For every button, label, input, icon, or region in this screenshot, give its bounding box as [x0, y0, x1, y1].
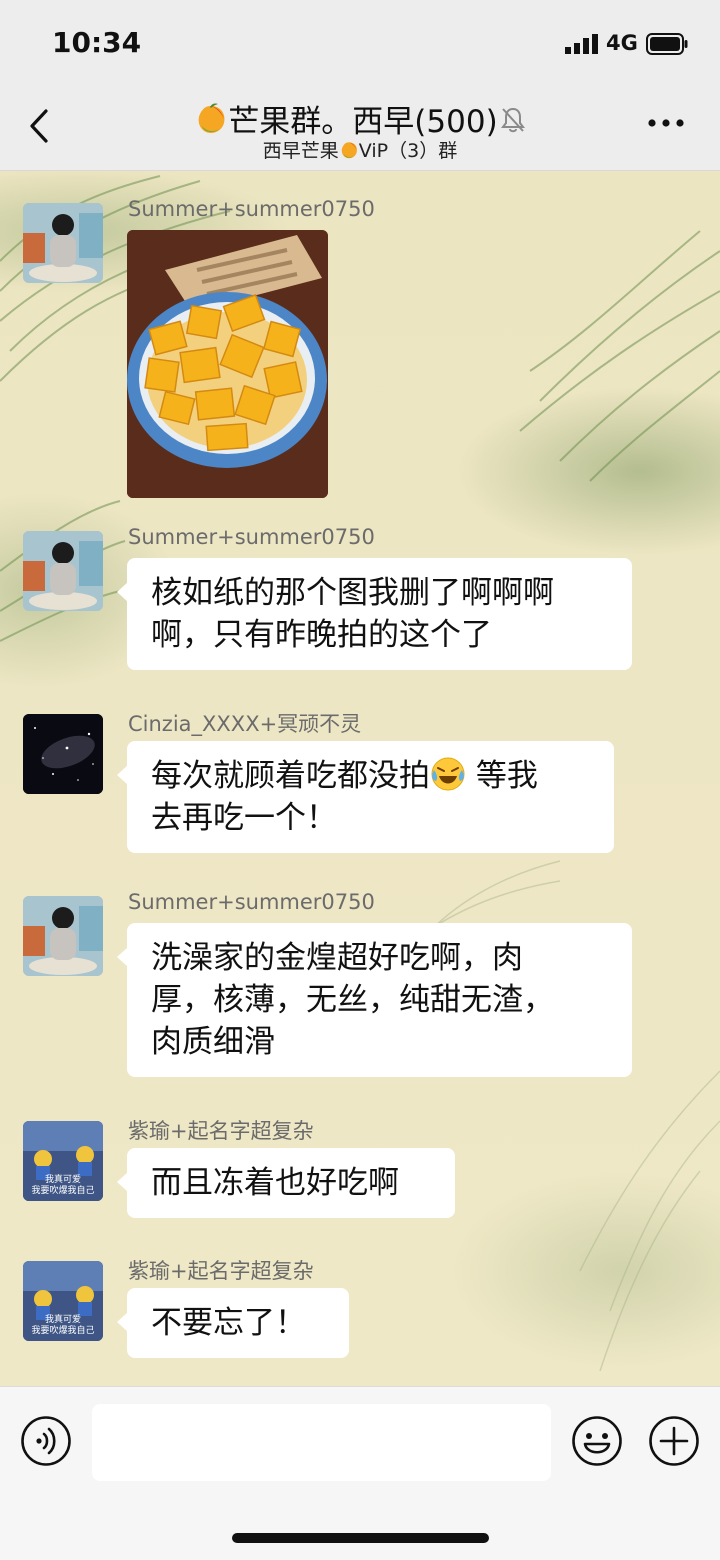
avatar[interactable] [23, 531, 103, 611]
message-line: 啊，只有昨晚拍的这个了 [151, 617, 492, 653]
chat-header: 芒果群。西早(500) 西早芒果 ViP（3）群 [0, 88, 720, 171]
caption-line: 我真可爱 [44, 1175, 81, 1185]
avatar[interactable] [23, 203, 103, 283]
message-bubble[interactable]: 洗澡家的金煌超好吃啊，肉 厚，核薄，无丝，纯甜无渣， 肉质细滑 [117, 923, 632, 1077]
mango-icon [198, 103, 225, 133]
smiley-icon[interactable] [571, 1415, 623, 1467]
message-bubble[interactable]: 而且冻着也好吃啊 [117, 1148, 455, 1218]
avatar-image [23, 531, 103, 611]
message-line: 厚，核薄，无丝，纯甜无渣， [151, 982, 554, 1018]
avatar[interactable] [23, 896, 103, 976]
subtitle-prefix: 西早芒果 [262, 140, 339, 162]
mango-cubes-photo[interactable] [127, 230, 328, 498]
status-time: 10:34 [52, 26, 142, 59]
avatar-caption: 我真可爱 我要吹爆我自己 [23, 1315, 103, 1337]
page-title: 芒果群。西早(500) [0, 96, 720, 141]
message-text: 等我 [466, 758, 538, 794]
avatar-image [23, 896, 103, 976]
chat-title-text: 芒果群。西早(500) [228, 104, 498, 140]
message-line: 不要忘了！ [151, 1305, 306, 1341]
mango-icon [341, 142, 357, 159]
sender-name: 紫瑜+起名字超复杂 [128, 1259, 314, 1283]
avatar[interactable]: 我真可爱 我要吹爆我自己 [23, 1121, 103, 1201]
bell-muted-icon [500, 107, 525, 133]
message-bubble[interactable]: 不要忘了！ [117, 1288, 349, 1358]
sender-name: Summer+summer0750 [128, 197, 375, 221]
home-indicator [232, 1533, 489, 1543]
message-line: 肉质细滑 [151, 1024, 275, 1060]
message-input[interactable] [92, 1404, 551, 1481]
voice-icon[interactable] [20, 1415, 72, 1467]
avatar-caption: 我真可爱 我要吹爆我自己 [23, 1175, 103, 1197]
photo-content [127, 230, 328, 498]
sender-name: Cinzia_XXXX+冥顽不灵 [128, 712, 362, 736]
more-dots-icon[interactable] [648, 118, 684, 128]
network-type: 4G [606, 31, 638, 55]
sender-name: Summer+summer0750 [128, 525, 375, 549]
subtitle-suffix: ViP（3）群 [358, 140, 458, 162]
sender-name: Summer+summer0750 [128, 890, 375, 914]
chat-subtitle: 西早芒果 ViP（3）群 [0, 136, 720, 163]
plus-icon[interactable] [648, 1415, 700, 1467]
message-line: 而且冻着也好吃啊 [151, 1165, 399, 1201]
message-line: 每次就顾着吃都没拍 等我 [151, 755, 590, 797]
avatar-image [23, 203, 103, 283]
input-bar [0, 1386, 720, 1560]
chat-area[interactable]: Summer+summer0750 Summer+summer0750 核如纸的… [0, 171, 720, 1386]
message-bubble[interactable]: 每次就顾着吃都没拍 等我 去再吃一个！ [117, 741, 614, 853]
avatar[interactable]: 我真可爱 我要吹爆我自己 [23, 1261, 103, 1341]
message-line: 去再吃一个！ [151, 800, 337, 836]
message-text: 每次就顾着吃都没拍 [151, 758, 430, 794]
message-bubble[interactable]: 核如纸的那个图我删了啊啊啊 啊，只有昨晚拍的这个了 [117, 558, 632, 670]
message-line: 洗澡家的金煌超好吃啊，肉 [151, 940, 523, 976]
caption-line: 我要吹爆我自己 [31, 1186, 95, 1196]
status-bar: 10:34 4G [0, 0, 720, 88]
sender-name: 紫瑜+起名字超复杂 [128, 1119, 314, 1143]
signal-icon [565, 34, 598, 54]
battery-icon [646, 33, 688, 55]
caption-line: 我要吹爆我自己 [31, 1326, 95, 1336]
avatar-image [23, 714, 103, 794]
avatar[interactable] [23, 714, 103, 794]
message-line: 核如纸的那个图我删了啊啊啊 [151, 575, 554, 611]
caption-line: 我真可爱 [44, 1315, 81, 1325]
laughing-crying-emoji-icon [431, 757, 465, 791]
